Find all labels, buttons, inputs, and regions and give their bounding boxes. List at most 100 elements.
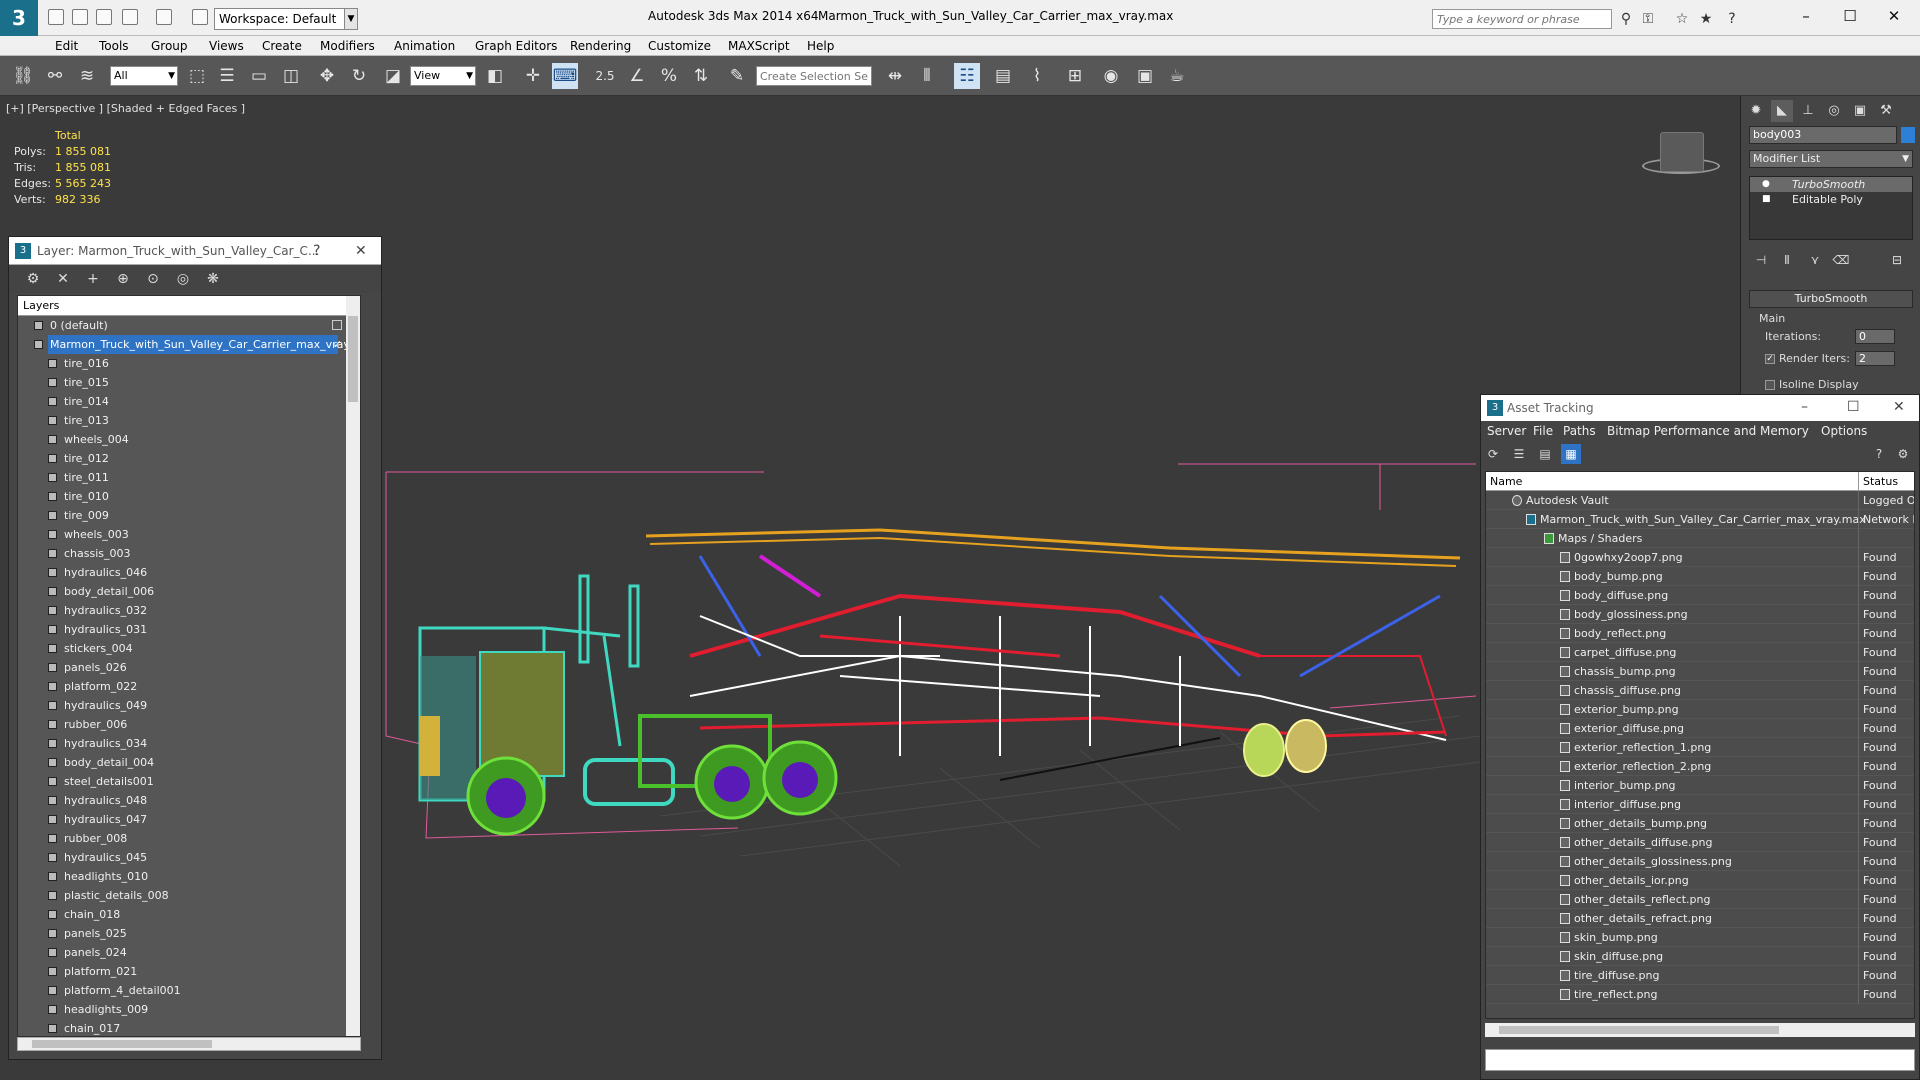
layer-object-row[interactable]: body_detail_004 [18, 753, 360, 772]
keyboard-shortcut-override-icon[interactable]: ⌨ [552, 63, 578, 89]
mirror-icon[interactable]: ⇹ [882, 63, 908, 89]
layer-object-row[interactable]: tire_015 [18, 373, 360, 392]
layer-row-default[interactable]: 0 (default) [18, 316, 360, 335]
add-layer-icon[interactable]: + [83, 269, 103, 289]
menu-edit[interactable]: Edit [55, 39, 78, 53]
menu-file[interactable]: File [1533, 424, 1553, 438]
menu-help[interactable]: Help [807, 39, 834, 53]
layer-object-row[interactable]: chain_018 [18, 905, 360, 924]
scrollbar-thumb[interactable] [1499, 1026, 1779, 1034]
open-file-icon[interactable] [72, 9, 88, 25]
pin-stack-icon[interactable]: ⊣ [1751, 250, 1771, 270]
configure-sets-icon[interactable]: ⊟ [1887, 250, 1907, 270]
layer-object-row[interactable]: tire_009 [18, 506, 360, 525]
utilities-tab-icon[interactable]: ⚒ [1875, 100, 1897, 122]
layer-horizontal-scrollbar[interactable] [17, 1037, 361, 1051]
rotate-icon[interactable]: ↻ [346, 63, 372, 89]
snaps-toggle-icon[interactable]: 2.5 [592, 63, 618, 89]
bind-spacewarp-icon[interactable]: ≋ [74, 63, 100, 89]
layer-object-row[interactable]: hydraulics_048 [18, 791, 360, 810]
layer-object-row[interactable]: platform_021 [18, 962, 360, 981]
menu-rendering[interactable]: Rendering [570, 39, 631, 53]
asset-path-field[interactable] [1485, 1049, 1915, 1071]
menu-graph-editors[interactable]: Graph Editors [475, 39, 557, 53]
layer-object-row[interactable]: steel_details001 [18, 772, 360, 791]
add-selected-icon[interactable]: ⊕ [113, 269, 133, 289]
select-objects-icon[interactable]: ⊙ [143, 269, 163, 289]
align-icon[interactable]: ⫴ [914, 63, 940, 89]
isoline-checkbox[interactable] [1765, 380, 1775, 390]
layer-object-row[interactable]: tire_010 [18, 487, 360, 506]
asset-row-max-file[interactable]: Marmon_Truck_with_Sun_Valley_Car_Carrier… [1486, 510, 1914, 529]
layer-object-row[interactable]: stickers_004 [18, 639, 360, 658]
named-selection-input[interactable] [756, 66, 872, 86]
layer-object-row[interactable]: tire_013 [18, 411, 360, 430]
asset-row-map[interactable]: interior_bump.png Found [1486, 776, 1914, 795]
select-toggle-icon[interactable]: ⚙ [23, 269, 43, 289]
asset-row-map[interactable]: other_details_refract.png Found [1486, 909, 1914, 928]
asset-row-map[interactable]: exterior_reflection_2.png Found [1486, 757, 1914, 776]
hierarchy-tab-icon[interactable]: ⊥ [1797, 100, 1819, 122]
asset-row-map[interactable]: other_details_ior.png Found [1486, 871, 1914, 890]
hide-freeze-icon[interactable]: ❋ [203, 269, 223, 289]
asset-row-map[interactable]: chassis_bump.png Found [1486, 662, 1914, 681]
asset-row-vault[interactable]: Autodesk Vault Logged Out [1486, 491, 1914, 510]
asset-row-map[interactable]: tire_reflect.png Found [1486, 985, 1914, 1004]
asset-row-map[interactable]: other_details_reflect.png Found [1486, 890, 1914, 909]
schematic-view-icon[interactable]: ⊞ [1062, 63, 1088, 89]
asset-row-map[interactable]: other_details_bump.png Found [1486, 814, 1914, 833]
workspace-dropdown[interactable]: Workspace: Default [214, 8, 358, 30]
app-logo-icon[interactable]: 3 [0, 0, 38, 36]
link-icon[interactable]: ⛓ [10, 63, 36, 89]
spinner-snap-icon[interactable]: ⇅ [688, 63, 714, 89]
angle-snap-icon[interactable]: ∠ [624, 63, 650, 89]
asset-row-map[interactable]: interior_diffuse.png Found [1486, 795, 1914, 814]
curve-editor-icon[interactable]: ⌇ [1024, 63, 1050, 89]
layer-object-row[interactable]: panels_026 [18, 658, 360, 677]
maximize-button[interactable]: ☐ [1838, 6, 1862, 26]
expand-icon[interactable]: ■ [1762, 194, 1772, 204]
layer-object-row[interactable]: hydraulics_046 [18, 563, 360, 582]
modify-tab-icon[interactable]: ◣ [1771, 100, 1793, 122]
refresh-icon[interactable]: ⟳ [1483, 444, 1503, 464]
layer-object-row[interactable]: rubber_006 [18, 715, 360, 734]
asset-row-map[interactable]: exterior_bump.png Found [1486, 700, 1914, 719]
layer-object-row[interactable]: tire_011 [18, 468, 360, 487]
help-icon[interactable]: ? [1869, 444, 1889, 464]
settings-icon[interactable]: ⚙ [1893, 444, 1913, 464]
layer-row-marmon[interactable]: Marmon_Truck_with_Sun_Valley_Car_Carrier… [18, 335, 360, 354]
edit-named-selection-icon[interactable]: ✎ [724, 63, 750, 89]
layer-object-row[interactable]: chain_017 [18, 1019, 360, 1036]
help-icon[interactable]: ? [1724, 11, 1740, 27]
table-view-icon[interactable]: ▦ [1561, 444, 1581, 464]
layer-object-row[interactable]: hydraulics_049 [18, 696, 360, 715]
object-name-field[interactable]: body003 [1749, 126, 1897, 144]
layer-object-row[interactable]: headlights_009 [18, 1000, 360, 1019]
chevron-down-icon[interactable]: ▼ [344, 8, 358, 30]
layer-scrollbar[interactable] [346, 296, 360, 1036]
close-icon[interactable]: ✕ [355, 243, 367, 259]
layer-object-row[interactable]: platform_4_detail001 [18, 981, 360, 1000]
layer-object-row[interactable]: rubber_008 [18, 829, 360, 848]
layer-tree[interactable]: Layers 0 (default) Marmon_Truck_with_Sun… [17, 295, 361, 1037]
status-column-header[interactable]: Status [1858, 472, 1898, 491]
save-file-icon[interactable] [96, 9, 112, 25]
show-end-result-icon[interactable]: Ⅱ [1777, 250, 1797, 270]
layer-object-row[interactable]: hydraulics_047 [18, 810, 360, 829]
make-unique-icon[interactable]: ⋎ [1805, 250, 1825, 270]
remove-modifier-icon[interactable]: ⌫ [1831, 250, 1851, 270]
thumbnail-view-icon[interactable]: ▤ [1535, 444, 1555, 464]
layer-object-row[interactable]: tire_012 [18, 449, 360, 468]
stack-item-turbosmooth[interactable]: ● TurboSmooth [1750, 177, 1912, 192]
display-tab-icon[interactable]: ▣ [1849, 100, 1871, 122]
close-button[interactable]: ✕ [1893, 399, 1905, 415]
menu-bitmap-performance[interactable]: Bitmap Performance and Memory [1607, 424, 1809, 438]
menu-views[interactable]: Views [209, 39, 244, 53]
layer-object-row[interactable]: tire_016 [18, 354, 360, 373]
asset-row-map[interactable]: skin_diffuse.png Found [1486, 947, 1914, 966]
asset-row-map[interactable]: other_details_diffuse.png Found [1486, 833, 1914, 852]
menu-create[interactable]: Create [262, 39, 302, 53]
menu-options[interactable]: Options [1821, 424, 1867, 438]
unlink-icon[interactable]: ⚯ [42, 63, 68, 89]
stack-item-editable-poly[interactable]: ■ Editable Poly [1750, 192, 1912, 207]
